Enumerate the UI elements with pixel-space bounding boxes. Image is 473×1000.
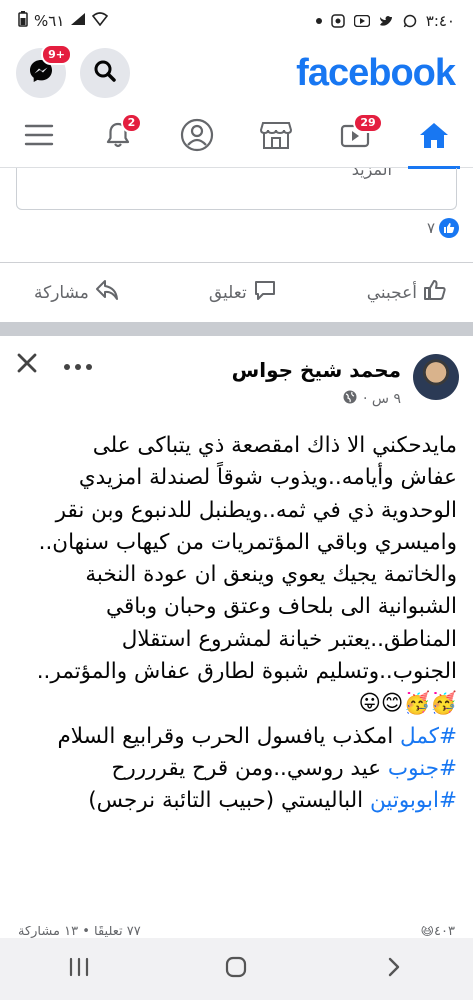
like-button[interactable]: أعجبني <box>367 279 447 306</box>
whatsapp-icon <box>402 14 418 28</box>
comment-input-cut[interactable]: المزيد <box>16 168 457 210</box>
feed-separator <box>0 322 473 336</box>
hashtag-link[interactable]: #كمل <box>400 724 457 749</box>
more-dots-icon <box>63 356 93 375</box>
hashtag-line-text: الباليستي (حبيب التائبة نرجس) <box>88 788 370 814</box>
post-line: الشبوانية الى بلحاف وعتق وحبان وباقي <box>106 594 457 620</box>
battery-icon <box>18 11 28 31</box>
home-icon <box>418 120 450 154</box>
messenger-button[interactable]: 9+ <box>16 44 72 98</box>
post-line: والخاتمة يجيك يعوي وينعق ان عودة النخبة <box>85 562 457 588</box>
app-header: 9+ facebook <box>0 42 473 104</box>
nav-home[interactable] <box>404 107 464 169</box>
app-notification-icon <box>330 14 346 28</box>
post-stats-cut: ٧٧ تعليقًا • ١٣ مشاركة 😆٤٠٣ <box>0 926 473 938</box>
share-button[interactable]: مشاركة <box>34 279 119 306</box>
post-options-button[interactable] <box>60 352 96 378</box>
messenger-badge: 9+ <box>41 44 72 65</box>
hashtag-line-text: امكذب يافسول الحرب وقرابيع السلام <box>57 723 401 749</box>
hashtag-line: #ابوبوتين الباليستي (حبيب التائبة نرجس) <box>17 785 457 817</box>
nav-profile[interactable] <box>167 107 227 167</box>
comment-label: تعليق <box>208 282 247 303</box>
clock: ٣:٤٠ <box>425 12 455 30</box>
post-line: الوحدوية ذي في ثمه..ويطنبل للدنبوع وبن ن… <box>55 497 457 523</box>
post-author-name[interactable]: محمد شيخ جواس <box>232 358 401 382</box>
reactions-count[interactable]: 😆٤٠٣ <box>420 926 455 938</box>
post-line: عفاش وأيامه..ويذوب شوقاً لصندلة امزيدي <box>78 465 457 491</box>
nav-menu[interactable] <box>9 107 69 167</box>
hashtag-line: #كمل امكذب يافسول الحرب وقرابيع السلام <box>17 721 457 753</box>
search-icon <box>93 59 117 87</box>
post-line: الجنوب..وتسليم شبوة لطارق عفاش والمؤتمر.… <box>36 659 457 685</box>
notification-dot-icon <box>315 18 322 24</box>
search-button[interactable] <box>80 48 130 98</box>
android-nav-bar <box>0 938 473 1000</box>
hashtag-line-text: عيد روسي..ومن قرح يقررررح <box>111 755 388 781</box>
video-badge: 29 <box>353 112 383 133</box>
nav-watch[interactable]: 29 <box>325 107 385 167</box>
notifications-badge: 2 <box>120 112 143 133</box>
back-button[interactable] <box>364 944 424 994</box>
hashtag-link[interactable]: #جنوب <box>388 756 457 781</box>
post-time[interactable]: ٩ س · <box>363 391 401 407</box>
post-meta: ٩ س · <box>343 390 401 408</box>
marketplace-icon <box>259 119 293 155</box>
status-left: %٦١ <box>18 11 109 31</box>
header-actions: 9+ <box>16 44 130 98</box>
hamburger-menu-icon <box>24 123 54 151</box>
like-reaction-icon <box>439 218 459 238</box>
status-bar: %٦١ ٣:٤٠ <box>0 0 473 42</box>
status-right: ٣:٤٠ <box>315 12 455 30</box>
comment-button[interactable]: تعليق <box>209 279 277 306</box>
wifi-icon <box>92 12 109 30</box>
post-line: المناطق..يعتبر خيانة لمشروع استقلال <box>121 626 457 652</box>
like-label: أعجبني <box>366 282 417 303</box>
globe-icon <box>343 390 357 408</box>
share-label: مشاركة <box>34 282 89 303</box>
youtube-icon <box>353 14 370 28</box>
home-square-icon <box>224 955 248 983</box>
reaction-count: ٧ <box>426 219 435 237</box>
nav-notifications[interactable]: 2 <box>88 107 148 167</box>
avatar[interactable] <box>413 354 459 400</box>
comment-input-text: المزيد <box>351 168 392 179</box>
home-button[interactable] <box>206 944 266 994</box>
signal-icon <box>70 12 86 30</box>
recent-apps-button[interactable] <box>49 944 109 994</box>
post-line: مايدحكني الا ذاك امقصعة ذي يتباكى على <box>92 433 457 458</box>
comments-shares-count[interactable]: ٧٧ تعليقًا • ١٣ مشاركة <box>18 926 141 938</box>
post-actions: مشاركة تعليق أعجبني <box>0 262 473 322</box>
battery-percent: %٦١ <box>34 12 65 30</box>
top-nav: 2 29 <box>0 106 473 169</box>
post-emojis: 🥳🥳😊😛 <box>358 691 457 717</box>
close-icon <box>16 352 38 378</box>
twitter-icon <box>378 14 394 28</box>
share-icon <box>95 279 119 306</box>
hashtag-line: #جنوب عيد روسي..ومن قرح يقررررح <box>17 753 457 785</box>
thumbs-up-icon <box>423 279 447 306</box>
hashtag-link[interactable]: #ابوبوتين <box>370 788 457 813</box>
chevron-right-icon <box>386 956 402 982</box>
profile-icon <box>180 118 214 156</box>
recent-apps-icon <box>68 957 90 981</box>
comment-icon <box>253 279 277 306</box>
reaction-summary[interactable]: ٧ <box>427 218 459 238</box>
post-header: محمد شيخ جواس ٩ س · <box>0 350 473 426</box>
hide-post-button[interactable] <box>14 352 40 378</box>
post-line: واميسري وباقي المؤتمريات من كيهاب سنهان.… <box>38 529 457 555</box>
post-text: مايدحكني الا ذاك امقصعة ذي يتباكى على عف… <box>17 430 457 818</box>
nav-marketplace[interactable] <box>246 107 306 167</box>
facebook-logo[interactable]: facebook <box>296 52 456 95</box>
